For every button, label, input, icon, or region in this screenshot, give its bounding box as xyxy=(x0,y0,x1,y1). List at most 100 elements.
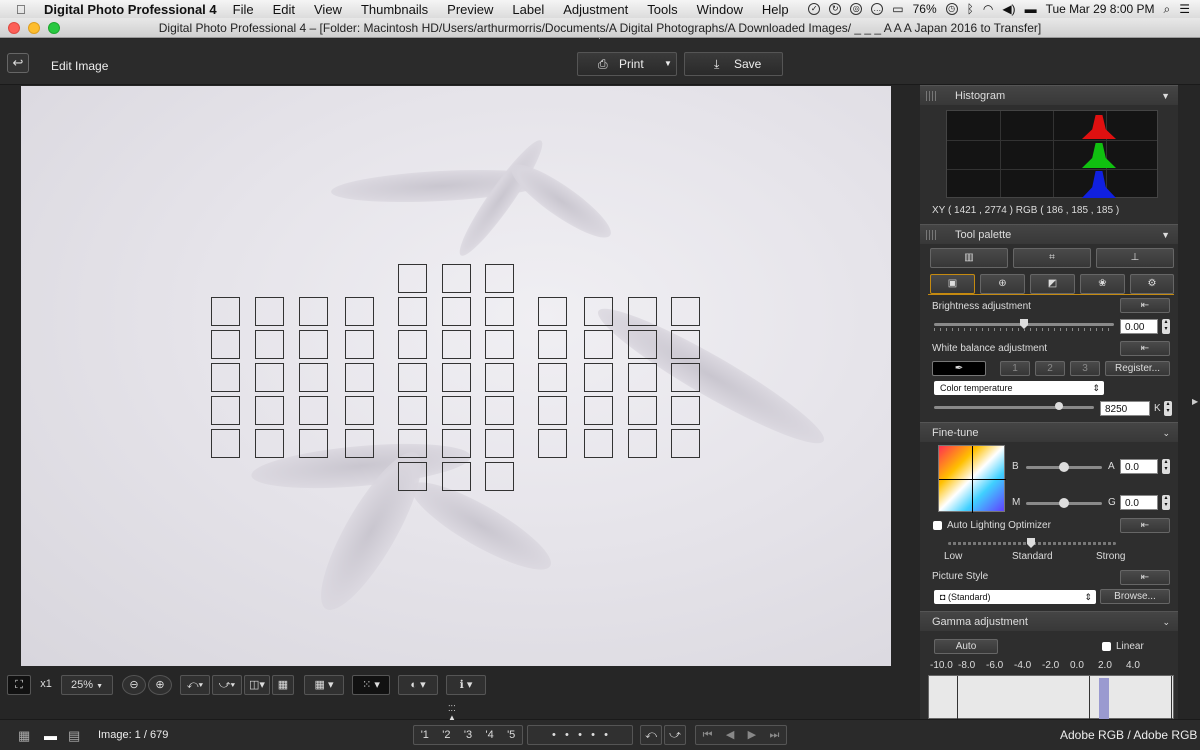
rating-5[interactable]: '5 xyxy=(507,726,515,744)
tab-basic[interactable]: ▣ xyxy=(930,274,975,294)
menu-adjustment[interactable]: Adjustment xyxy=(563,2,628,17)
fit-screen-button[interactable]: ⛶ xyxy=(7,675,31,695)
menu-help[interactable]: Help xyxy=(762,2,789,17)
wb-slot-3[interactable]: 3 xyxy=(1070,361,1100,376)
print-button[interactable]: ⎙ Print ▼ xyxy=(577,52,677,76)
collapse-arrow-icon[interactable]: ▼ xyxy=(1161,225,1170,245)
rotate-left-button[interactable]: ⤺▾ xyxy=(180,675,210,695)
chat-icon[interactable]: … xyxy=(871,3,884,15)
drag-handle-icon[interactable] xyxy=(926,91,936,101)
gamma-auto-button[interactable]: Auto xyxy=(934,639,998,654)
af-point-button[interactable]: ⁙ ▾ xyxy=(352,675,390,695)
alo-checkbox[interactable] xyxy=(933,521,942,530)
rotate-left-status-button[interactable]: ⤺ xyxy=(640,725,662,745)
gamma-white-point-line[interactable] xyxy=(1171,676,1172,720)
label-dots-group[interactable]: • • • • • xyxy=(527,725,633,745)
brightness-stepper[interactable]: ▴ ▾ xyxy=(1162,319,1170,334)
menu-edit[interactable]: Edit xyxy=(273,2,295,17)
wb-mode-select[interactable]: Color temperature ⇕ xyxy=(934,381,1104,395)
single-view-button[interactable]: ▬ xyxy=(44,728,57,743)
wb-reset-button[interactable]: ⇤ xyxy=(1120,341,1170,356)
wb-slot-1[interactable]: 1 xyxy=(1000,361,1030,376)
sync-icon[interactable]: ↻ xyxy=(829,3,842,15)
grid-button[interactable]: ▦ ▾ xyxy=(304,675,344,695)
battery-icon[interactable]: ▭ xyxy=(892,2,903,16)
picture-style-browse-button[interactable]: Browse... xyxy=(1100,589,1170,604)
drag-handle-icon[interactable] xyxy=(926,230,936,240)
next-image-icon[interactable]: ▶ xyxy=(748,726,756,744)
brightness-input[interactable]: 0.00 xyxy=(1120,319,1158,334)
spotlight-icon[interactable]: ⌕ xyxy=(1164,2,1171,17)
minimize-window-button[interactable] xyxy=(28,22,40,34)
crop-tool-button[interactable]: ⌗ xyxy=(1013,248,1091,268)
menu-thumbnails[interactable]: Thumbnails xyxy=(361,2,428,17)
apple-menu-icon[interactable]:  xyxy=(16,2,34,17)
zoom-in-button[interactable]: ⊕ xyxy=(148,675,172,695)
alo-slider-knob[interactable] xyxy=(1027,538,1035,548)
gamma-black-point-line[interactable] xyxy=(957,676,958,720)
compare-button[interactable]: ◫▾ xyxy=(244,675,270,695)
alo-reset-button[interactable]: ⇤ xyxy=(1120,518,1170,533)
mg-stepper[interactable]: ▴ ▾ xyxy=(1162,495,1170,510)
check-icon[interactable]: ✓ xyxy=(808,3,821,15)
menu-window[interactable]: Window xyxy=(697,2,743,17)
expand-bottom-arrow-icon[interactable]: ⁚⁚⁚ ▲ xyxy=(448,704,456,722)
crop-preview-button[interactable]: ▦ xyxy=(272,675,294,695)
menubar-clock[interactable]: Tue Mar 29 8:00 PM xyxy=(1046,2,1155,16)
rotate-right-button[interactable]: ⤻▾ xyxy=(212,675,242,695)
eyedropper-button[interactable]: ✒ xyxy=(932,361,986,376)
mg-input[interactable]: 0.0 xyxy=(1120,495,1158,510)
menu-preview[interactable]: Preview xyxy=(447,2,493,17)
color-temp-slider-knob[interactable] xyxy=(1054,402,1063,410)
ba-stepper[interactable]: ▴ ▾ xyxy=(1162,459,1170,474)
tool-button-1[interactable]: ▥ xyxy=(930,248,1008,268)
print-dropdown-icon[interactable]: ▼ xyxy=(664,53,672,75)
image-preview[interactable] xyxy=(21,86,891,666)
color-temp-stepper[interactable]: ▴ ▾ xyxy=(1164,401,1172,416)
ba-slider-knob[interactable] xyxy=(1059,462,1069,472)
picture-style-select[interactable]: ◘ (Standard) ⇕ xyxy=(934,590,1096,604)
info-button[interactable]: ℹ ▾ xyxy=(446,675,486,695)
menu-tools[interactable]: Tools xyxy=(647,2,677,17)
expand-panel-arrow-icon[interactable]: ▶ xyxy=(1192,397,1198,406)
grid-view-button[interactable]: ▦ xyxy=(18,728,30,744)
picture-style-reset-button[interactable]: ⇤ xyxy=(1120,570,1170,585)
zoom-x1-button[interactable]: x1 xyxy=(33,675,59,695)
brightness-reset-button[interactable]: ⇤ xyxy=(1120,298,1170,313)
highlight-warning-button[interactable]: ◐ ▾ xyxy=(398,675,438,695)
globe-icon[interactable]: ◎ xyxy=(850,3,863,15)
zoom-window-button[interactable] xyxy=(48,22,60,34)
histogram-header[interactable]: Histogram ▼ xyxy=(920,85,1178,105)
mg-slider-knob[interactable] xyxy=(1059,498,1069,508)
multi-view-button[interactable]: ▤ xyxy=(68,728,80,744)
fine-tune-header[interactable]: Fine-tune ⌄ xyxy=(920,422,1178,442)
app-menu[interactable]: Digital Photo Professional 4 xyxy=(44,2,217,17)
gamma-header[interactable]: Gamma adjustment ⌄ xyxy=(920,611,1178,631)
zoom-out-button[interactable]: ⊖ xyxy=(122,675,146,695)
volume-icon[interactable]: ◀) xyxy=(1002,2,1015,16)
ba-input[interactable]: 0.0 xyxy=(1120,459,1158,474)
notification-icon[interactable]: ☰ xyxy=(1179,2,1190,16)
bluetooth-icon[interactable]: ᛒ xyxy=(967,2,974,16)
rating-3[interactable]: '3 xyxy=(464,726,472,744)
previous-image-icon[interactable]: ◀ xyxy=(726,726,734,744)
gamma-mid-line[interactable] xyxy=(1089,676,1090,720)
collapse-double-arrow-icon[interactable]: ⌄ xyxy=(1162,612,1170,632)
tool-palette-header[interactable]: Tool palette ▼ xyxy=(920,224,1178,244)
wb-slot-2[interactable]: 2 xyxy=(1035,361,1065,376)
tab-settings[interactable]: ⚙ xyxy=(1130,274,1174,294)
wifi-icon[interactable]: ◠ xyxy=(983,2,993,16)
gamma-graph[interactable] xyxy=(928,675,1174,720)
tab-detail[interactable]: ⊕ xyxy=(980,274,1025,294)
first-image-icon[interactable]: ⏮ xyxy=(703,726,713,744)
rating-1[interactable]: '1 xyxy=(421,726,429,744)
time-machine-icon[interactable]: ◷ xyxy=(945,3,958,15)
menu-view[interactable]: View xyxy=(314,2,342,17)
tab-color[interactable]: ❀ xyxy=(1080,274,1125,294)
zoom-select[interactable]: 25% ▼ xyxy=(61,675,113,695)
close-window-button[interactable] xyxy=(8,22,20,34)
wb-register-button[interactable]: Register... xyxy=(1105,361,1170,376)
rotate-right-status-button[interactable]: ⤻ xyxy=(664,725,686,745)
rating-2[interactable]: '2 xyxy=(442,726,450,744)
back-button[interactable]: ↩ xyxy=(7,53,29,73)
